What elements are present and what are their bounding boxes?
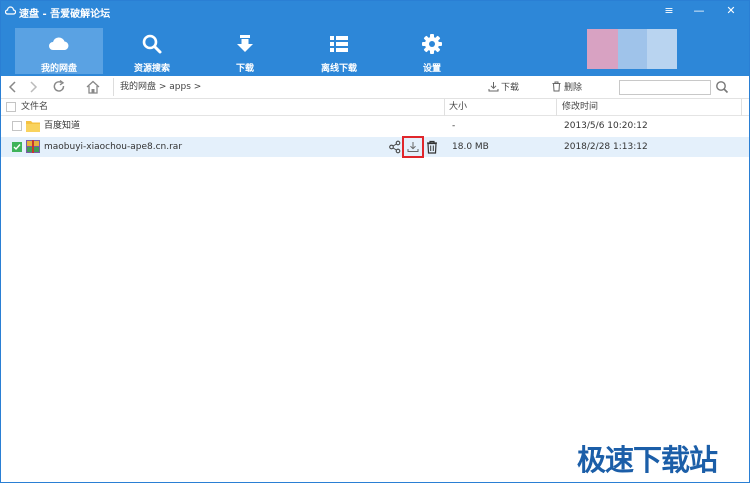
nav-offline-download[interactable]: 离线下载	[295, 28, 383, 74]
minimize-button[interactable]: —	[691, 4, 707, 18]
table-row[interactable]: 百度知道 - 2013/5/6 10:20:12	[1, 116, 749, 136]
file-modified: 2018/2/28 1:13:12	[564, 142, 648, 152]
file-modified: 2013/5/6 10:20:12	[564, 121, 648, 131]
download-label: 下载	[501, 83, 520, 93]
rar-archive-icon	[26, 140, 40, 153]
file-size: -	[452, 121, 456, 131]
column-divider	[556, 99, 557, 116]
delete-label: 删除	[564, 83, 583, 93]
list-icon	[330, 36, 348, 52]
search-icon	[142, 34, 162, 54]
nav-resource-search[interactable]: 资源搜索	[108, 28, 196, 74]
table-row[interactable]: maobuyi-xiaochou-ape8.cn.rar 18.0 MB 201…	[1, 137, 749, 157]
trash-icon	[552, 81, 561, 92]
avatar-blur-3	[647, 29, 677, 69]
column-divider	[444, 99, 445, 116]
menu-button[interactable]: ≡	[661, 4, 677, 18]
toolbar-area: 速盘 - 吾爱破解论坛 ≡ — ✕ 我的网盘 资源搜索 下载 离线下载 设置	[1, 1, 749, 76]
breadcrumb[interactable]: 我的网盘 > apps >	[113, 78, 473, 96]
nav-my-disk[interactable]: 我的网盘	[15, 28, 103, 74]
window-title: 速盘 - 吾爱破解论坛	[19, 9, 111, 20]
file-name[interactable]: maobuyi-xiaochou-ape8.cn.rar	[44, 137, 182, 157]
cloud-app-icon	[5, 6, 16, 15]
file-name[interactable]: 百度知道	[44, 116, 80, 136]
title-bar: 速盘 - 吾爱破解论坛 ≡ — ✕	[1, 1, 749, 23]
share-icon[interactable]	[388, 140, 402, 154]
nav-download[interactable]: 下载	[201, 28, 289, 74]
download-arrow-icon	[237, 35, 253, 52]
nav-label: 我的网盘	[40, 64, 77, 74]
watermark-text: 极速下载站	[577, 443, 718, 477]
check-icon	[13, 144, 21, 151]
trash-icon[interactable]	[425, 140, 439, 154]
nav-label: 离线下载	[320, 64, 357, 74]
download-highlight-box	[402, 136, 424, 158]
close-button[interactable]: ✕	[723, 4, 739, 18]
home-icon[interactable]	[85, 79, 101, 95]
table-header: 文件名 大小 修改时间	[1, 99, 749, 116]
download-toolbar-button[interactable]: 下载	[488, 80, 519, 96]
gear-icon	[422, 34, 442, 54]
column-name[interactable]: 文件名	[21, 99, 48, 116]
nav-label: 设置	[422, 64, 441, 74]
select-all-checkbox[interactable]	[6, 102, 16, 112]
column-divider	[741, 99, 742, 116]
avatar-blur-1	[587, 29, 618, 69]
nav-label: 下载	[235, 64, 254, 74]
refresh-icon[interactable]	[51, 79, 67, 95]
download-icon	[488, 82, 499, 92]
app-window: 速盘 - 吾爱破解论坛 ≡ — ✕ 我的网盘 资源搜索 下载 离线下载 设置 我…	[0, 0, 750, 483]
cloud-icon	[49, 37, 69, 50]
column-modified[interactable]: 修改时间	[562, 99, 598, 116]
row-checkbox[interactable]	[12, 142, 22, 152]
delete-toolbar-button[interactable]: 删除	[551, 80, 582, 96]
nav-label: 资源搜索	[133, 64, 170, 74]
row-checkbox[interactable]	[12, 121, 22, 131]
folder-icon	[26, 121, 40, 132]
address-bar: 我的网盘 > apps > 下载 删除	[1, 76, 749, 99]
forward-arrow-icon[interactable]	[25, 79, 41, 95]
nav-settings[interactable]: 设置	[388, 28, 476, 74]
file-size: 18.0 MB	[452, 142, 489, 152]
search-icon[interactable]	[715, 80, 729, 94]
back-arrow-icon[interactable]	[5, 79, 21, 95]
avatar-blur-2	[618, 29, 647, 69]
search-input[interactable]	[619, 80, 711, 95]
column-size[interactable]: 大小	[449, 99, 467, 116]
